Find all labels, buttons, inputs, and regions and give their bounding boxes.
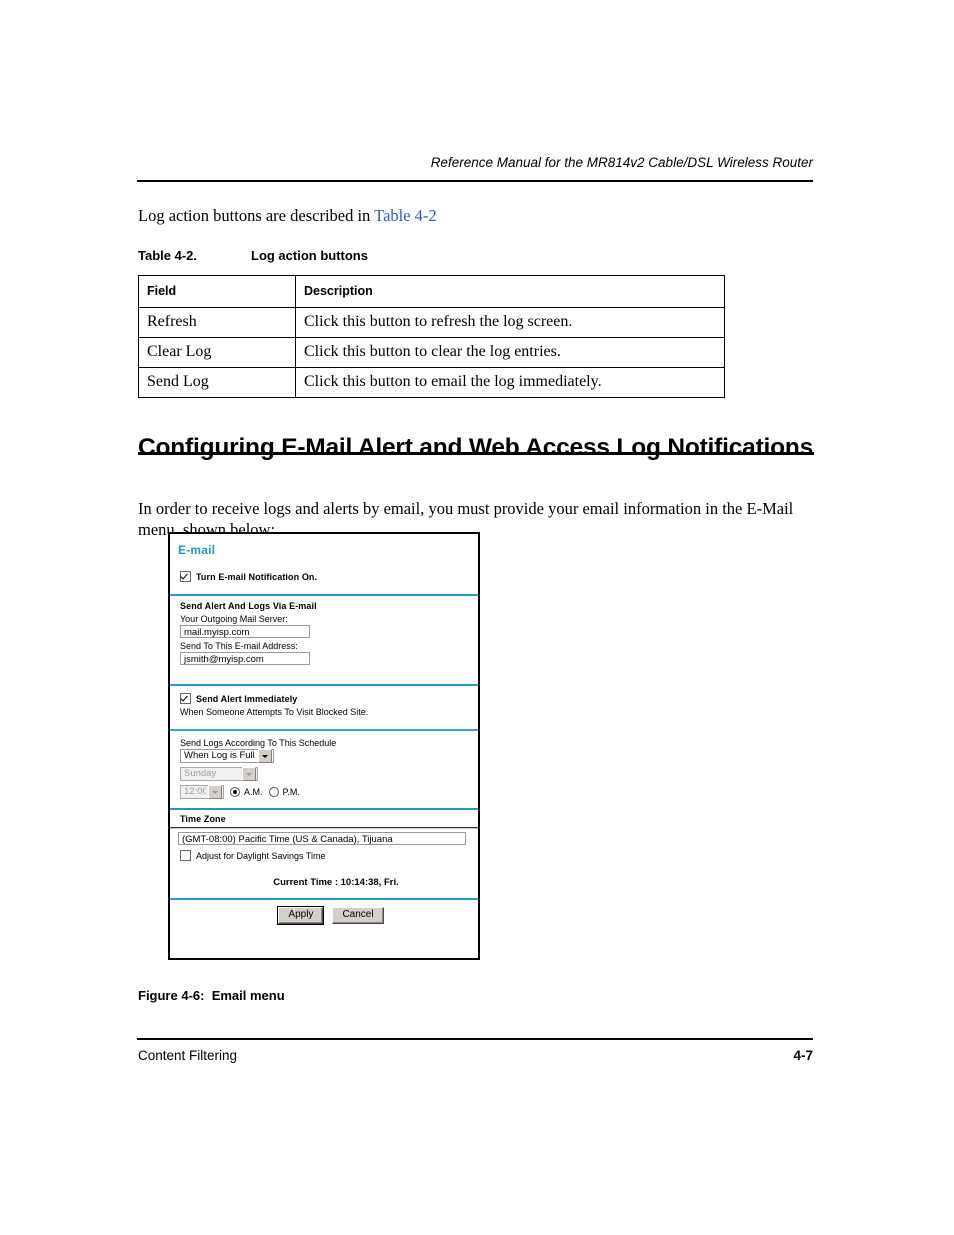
send-to-email-label: Send To This E-mail Address: xyxy=(180,641,298,651)
figure-caption-number: Figure 4-6: xyxy=(138,988,205,1003)
chevron-down-icon xyxy=(242,766,256,781)
send-to-email-input[interactable]: jsmith@myisp.com xyxy=(180,652,310,665)
table-row: Send Log Click this button to email the … xyxy=(138,367,725,398)
am-radio-group[interactable]: A.M. xyxy=(230,786,263,797)
column-header-field: Field xyxy=(138,275,296,308)
outgoing-mail-server-label: Your Outgoing Mail Server: xyxy=(180,614,288,624)
daylight-savings-row[interactable]: Adjust for Daylight Savings Time xyxy=(178,845,478,862)
header-divider xyxy=(137,180,813,182)
send-alert-immediately-label: Send Alert Immediately xyxy=(196,693,298,704)
figure-caption-title: Email menu xyxy=(211,988,285,1003)
time-zone-select[interactable]: (GMT-08:00) Pacific Time (US & Canada), … xyxy=(178,832,466,846)
table-header-row: Field Description xyxy=(138,275,725,308)
turn-notification-on-checkbox[interactable] xyxy=(180,571,191,582)
daylight-savings-checkbox[interactable] xyxy=(180,850,191,862)
table-row: Clear Log Click this button to clear the… xyxy=(138,337,725,368)
email-menu-screenshot: E-mail Turn E-mail Notification On. Send… xyxy=(168,532,480,960)
footer-divider xyxy=(137,1038,813,1040)
figure-caption: Figure 4-6: Email menu xyxy=(138,988,285,1003)
column-header-description: Description xyxy=(295,275,725,308)
apply-button[interactable]: Apply xyxy=(277,906,325,926)
email-menu-title: E-mail xyxy=(178,543,216,557)
email-menu-button-row: Apply Cancel xyxy=(170,900,478,926)
table-caption: Table 4-2. Log action buttons xyxy=(138,248,368,263)
intro-text: Log action buttons are described in xyxy=(138,206,375,225)
send-logs-schedule-section: Send Logs According To This Schedule Whe… xyxy=(170,731,478,805)
send-alert-immediately-sublabel: When Someone Attempts To Visit Blocked S… xyxy=(180,707,369,717)
section-heading-divider xyxy=(138,452,814,455)
turn-notification-on-row[interactable]: Turn E-mail Notification On. xyxy=(170,557,478,582)
send-alert-logs-heading: Send Alert And Logs Via E-mail xyxy=(180,601,317,611)
schedule-frequency-select[interactable]: When Log is Full xyxy=(180,748,274,763)
send-alert-immediately-row[interactable]: Send Alert Immediately xyxy=(180,691,478,704)
cell-description: Click this button to email the log immed… xyxy=(295,367,725,398)
chevron-down-icon xyxy=(258,748,272,763)
pm-radio-label: P.M. xyxy=(282,786,300,797)
running-header: Reference Manual for the MR814v2 Cable/D… xyxy=(430,155,813,170)
time-zone-label: Time Zone xyxy=(180,813,226,824)
log-action-buttons-table: Field Description Refresh Click this but… xyxy=(138,275,725,398)
table-row: Refresh Click this button to refresh the… xyxy=(138,307,725,338)
daylight-savings-label: Adjust for Daylight Savings Time xyxy=(196,850,326,861)
document-page: Reference Manual for the MR814v2 Cable/D… xyxy=(0,0,954,1235)
turn-notification-on-label: Turn E-mail Notification On. xyxy=(196,571,318,582)
intro-paragraph: Log action buttons are described in Tabl… xyxy=(138,205,437,226)
footer-page-number: 4-7 xyxy=(793,1048,813,1063)
send-alert-immediately-checkbox[interactable] xyxy=(180,693,191,704)
time-zone-section: Time Zone xyxy=(170,810,478,824)
table-cross-reference-link[interactable]: Table 4-2 xyxy=(374,206,437,225)
chevron-down-icon xyxy=(208,784,222,799)
am-radio-button[interactable] xyxy=(230,786,240,797)
send-alert-logs-section: Send Alert And Logs Via E-mail Your Outg… xyxy=(170,596,478,671)
schedule-frequency-value: When Log is Full xyxy=(184,750,255,762)
schedule-day-value: Sunday xyxy=(184,768,217,780)
schedule-time-value: 12:00 xyxy=(184,786,206,798)
cancel-button[interactable]: Cancel xyxy=(332,907,384,925)
schedule-label: Send Logs According To This Schedule xyxy=(180,737,337,748)
pm-radio-group[interactable]: P.M. xyxy=(268,786,300,797)
table-caption-number: Table 4-2. xyxy=(138,248,198,263)
section-heading: Configuring E-Mail Alert and Web Access … xyxy=(138,434,814,462)
cell-description: Click this button to refresh the log scr… xyxy=(295,307,725,338)
time-zone-controls: (GMT-08:00) Pacific Time (US & Canada), … xyxy=(170,829,478,898)
cell-field: Send Log xyxy=(138,367,296,398)
am-radio-label: A.M. xyxy=(244,786,263,797)
cell-description: Click this button to clear the log entri… xyxy=(295,337,725,368)
current-time-text: Current Time : 10:14:38, Fri. xyxy=(273,877,399,889)
pm-radio-button[interactable] xyxy=(268,786,279,797)
outgoing-mail-server-input[interactable]: mail.myisp.com xyxy=(180,625,310,638)
cell-field: Refresh xyxy=(138,307,296,338)
table-caption-title: Log action buttons xyxy=(251,248,368,263)
schedule-day-select[interactable]: Sunday xyxy=(180,766,258,781)
send-alert-immediately-section: Send Alert Immediately When Someone Atte… xyxy=(170,686,478,723)
cell-field: Clear Log xyxy=(138,337,296,368)
schedule-time-select[interactable]: 12:00 xyxy=(180,784,224,799)
schedule-time-row: 12:00 A.M. P.M. xyxy=(180,784,478,799)
